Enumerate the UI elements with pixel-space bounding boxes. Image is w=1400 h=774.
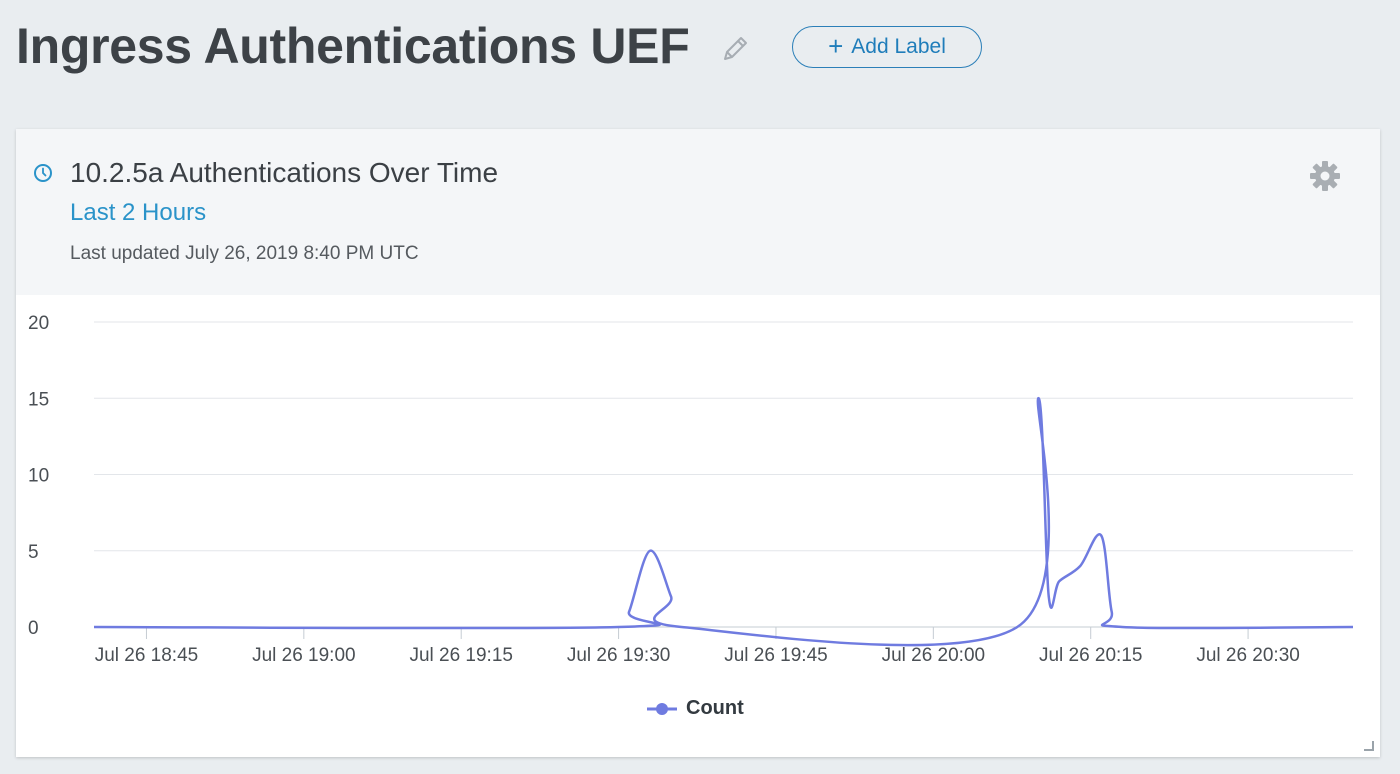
page-title: Ingress Authentications UEF (16, 18, 690, 74)
x-tick-label: Jul 26 20:00 (882, 645, 986, 666)
add-label-text: Add Label (851, 35, 946, 58)
legend-label: Count (686, 697, 744, 719)
chart-legend[interactable]: Count (646, 697, 744, 720)
resize-handle[interactable] (1364, 741, 1374, 751)
line-chart: 0 5 10 15 20 Jul 26 18:45 Jul 26 19:00 Jul 26 1… (28, 313, 1354, 666)
page-header: Ingress Authentications UEF + Add Label (0, 0, 1400, 100)
y-tick-label: 15 (28, 389, 49, 410)
y-tick-label: 20 (28, 313, 49, 334)
x-tick-label: Jul 26 19:30 (567, 645, 671, 666)
x-tick-label: Jul 26 18:45 (95, 645, 199, 666)
y-tick-label: 10 (28, 466, 49, 487)
widget-card: 10.2.5a Authentications Over Time Last 2… (16, 129, 1380, 757)
x-tick-label: Jul 26 20:15 (1039, 645, 1143, 666)
series-line-count (93, 396, 1354, 647)
plus-icon: + (828, 30, 844, 61)
x-tick-label: Jul 26 19:45 (724, 645, 828, 666)
x-tick-label: Jul 26 19:15 (409, 645, 513, 666)
x-tick-label: Jul 26 19:00 (252, 645, 356, 666)
y-tick-label: 0 (28, 618, 39, 639)
x-tick-label: Jul 26 20:30 (1196, 645, 1300, 666)
add-label-button[interactable]: + Add Label (792, 26, 982, 68)
legend-marker-icon (647, 702, 677, 715)
y-tick-label: 5 (28, 542, 39, 563)
pencil-icon[interactable] (718, 32, 752, 66)
